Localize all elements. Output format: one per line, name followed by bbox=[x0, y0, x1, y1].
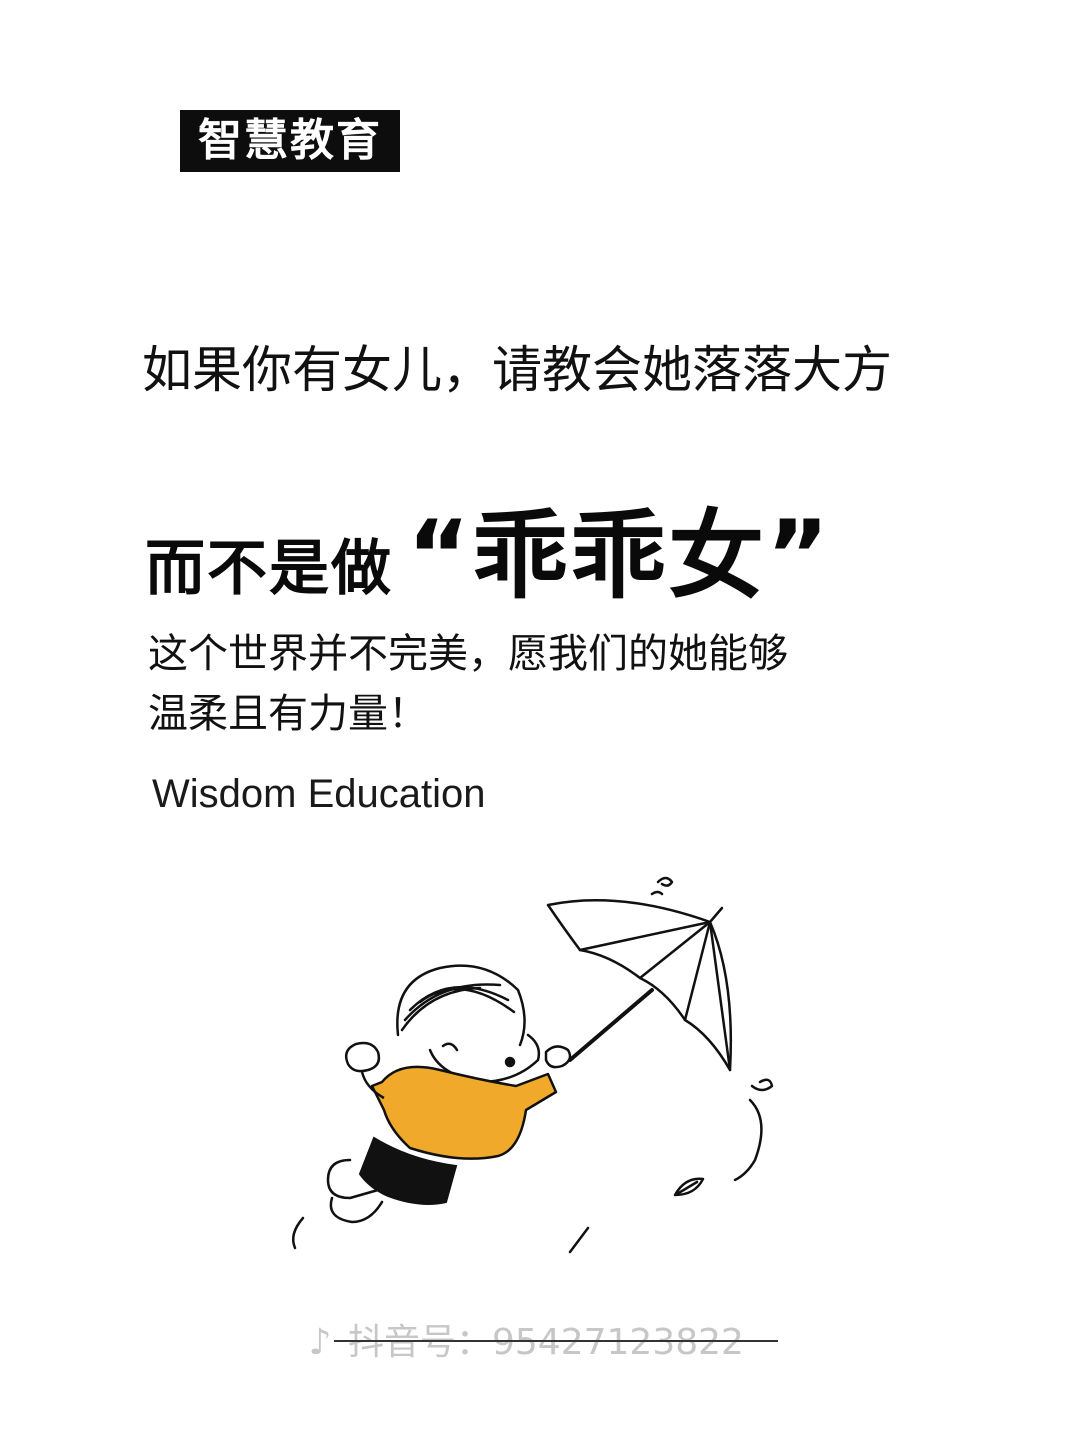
body-text: 这个世界并不完美，愿我们的她能够 温柔且有力量！ bbox=[148, 624, 788, 744]
headline-prefix: 而不是做 bbox=[145, 534, 393, 604]
poster-page: 智慧教育 如果你有女儿，请教会她落落大方 而不是做 “乖乖女” 这个世界并不完美，… bbox=[0, 0, 1072, 1430]
watermark-underline bbox=[334, 1340, 778, 1342]
watermark-text: 抖音号：95427123822 bbox=[348, 1322, 744, 1363]
brand-tag: 智慧教育 bbox=[180, 110, 400, 172]
douyin-watermark: ♪ 抖音号：95427123822 bbox=[300, 1318, 780, 1368]
body-line-1: 这个世界并不完美，愿我们的她能够 bbox=[148, 631, 788, 677]
headline-line-1: 如果你有女儿，请教会她落落大方 bbox=[142, 341, 892, 399]
subtitle-english: Wisdom Education bbox=[152, 772, 486, 816]
headline-line-2: 而不是做 “乖乖女” bbox=[145, 478, 831, 617]
child-shirt bbox=[370, 1065, 558, 1160]
child-umbrella-illustration bbox=[292, 876, 774, 1254]
body-line-2: 温柔且有力量！ bbox=[148, 691, 428, 737]
headline-quote: “乖乖女” bbox=[407, 500, 832, 612]
umbrella-shaft bbox=[568, 988, 654, 1062]
douyin-logo-icon: ♪ bbox=[308, 1322, 332, 1363]
